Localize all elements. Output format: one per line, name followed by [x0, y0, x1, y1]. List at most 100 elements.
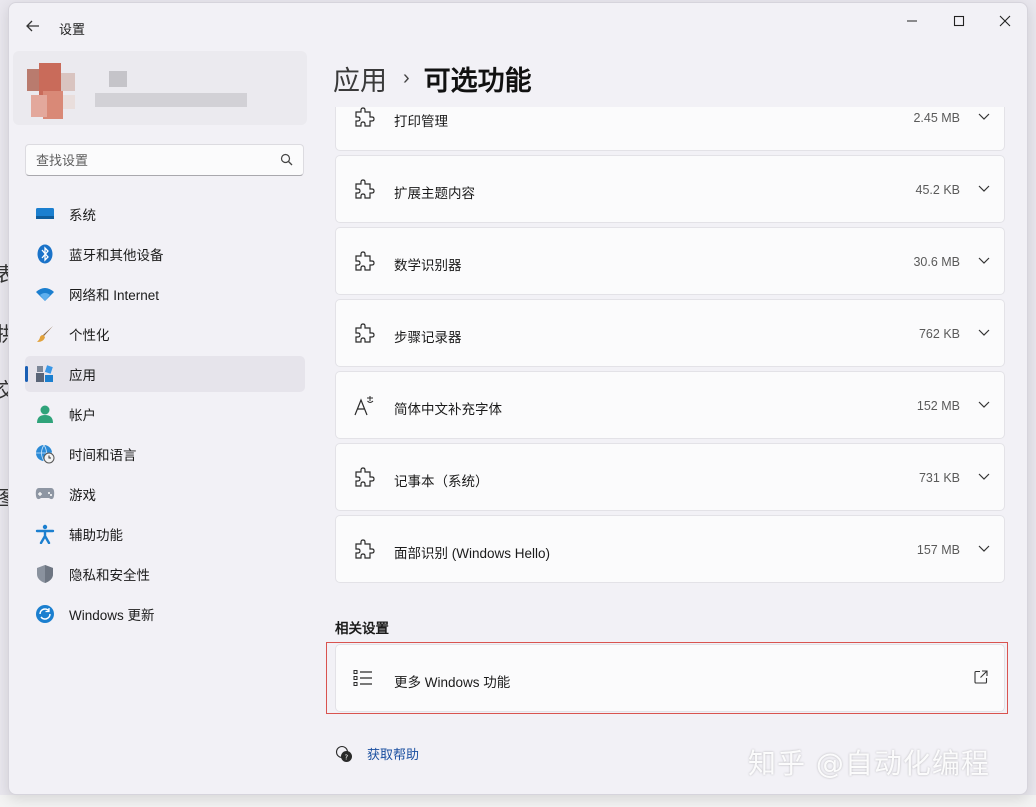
chevron-down-icon[interactable]	[978, 110, 990, 122]
feature-item[interactable]: 简体中文补充字体 152 MB	[335, 371, 1005, 439]
chevron-down-icon[interactable]	[978, 542, 990, 554]
feature-name: 步骤记录器	[394, 330, 462, 345]
sidebar-item-privacy[interactable]: 隐私和安全性	[25, 556, 305, 592]
breadcrumb: 应用 › 可选功能	[333, 59, 532, 98]
monitor-icon	[35, 204, 55, 224]
feature-size: 157 MB	[916, 543, 960, 557]
features-list: 打印管理 2.45 MB 扩展主题内容 45.2 KB 数学识别器 30.6 M…	[335, 107, 1005, 587]
maximize-button[interactable]	[936, 7, 982, 35]
feature-size: 762 KB	[918, 327, 960, 341]
search-input[interactable]	[36, 152, 276, 168]
feature-name: 打印管理	[394, 114, 448, 129]
feature-item[interactable]: 数学识别器 30.6 MB	[335, 227, 1005, 295]
feature-size: 731 KB	[918, 471, 960, 485]
puzzle-icon	[355, 107, 375, 127]
blurred-email	[95, 93, 247, 107]
feature-item[interactable]: 步骤记录器 762 KB	[335, 299, 1005, 367]
sidebar-item-label: 系统	[69, 208, 96, 223]
sidebar-item-gaming[interactable]: 游戏	[25, 476, 305, 512]
sidebar-item-label: 游戏	[69, 488, 96, 503]
search-box[interactable]	[25, 144, 304, 176]
chevron-down-icon[interactable]	[978, 326, 990, 338]
brush-icon	[35, 324, 55, 344]
breadcrumb-parent[interactable]: 应用	[333, 59, 387, 98]
person-icon	[35, 404, 55, 424]
feature-size: 30.6 MB	[913, 255, 960, 269]
globe-clock-icon	[35, 444, 55, 464]
avatar	[21, 59, 83, 121]
sidebar-item-personalization[interactable]: 个性化	[25, 316, 305, 352]
sidebar-nav: 系统 蓝牙和其他设备 网络和 Internet 个性化 应用 帐户 时间和语言 …	[25, 196, 305, 636]
back-button[interactable]	[21, 15, 45, 37]
help-chat-icon: ?	[335, 745, 352, 762]
close-icon	[999, 15, 1011, 27]
sidebar-item-label: 蓝牙和其他设备	[69, 248, 164, 263]
feature-size: 2.45 MB	[913, 111, 960, 125]
feature-name: 扩展主题内容	[394, 186, 475, 201]
list-icon	[353, 670, 372, 686]
sidebar-item-time-language[interactable]: 时间和语言	[25, 436, 305, 472]
puzzle-icon	[355, 467, 375, 487]
feature-name: 面部识别 (Windows Hello)	[394, 546, 551, 561]
shield-icon	[35, 564, 55, 584]
puzzle-icon	[355, 539, 375, 559]
feature-name: 数学识别器	[394, 258, 462, 273]
sidebar-item-accounts[interactable]: 帐户	[25, 396, 305, 432]
gamepad-icon	[35, 484, 55, 504]
svg-text:?: ?	[345, 753, 349, 761]
feature-name: 简体中文补充字体	[394, 402, 502, 417]
chevron-down-icon[interactable]	[978, 254, 990, 266]
settings-window: 设置 查找设置 系统 蓝牙和其他设备 网络和 Internet 个性化 应用 帐…	[8, 2, 1028, 795]
related-settings-heading: 相关设置	[335, 621, 389, 636]
feature-item[interactable]: 面部识别 (Windows Hello) 157 MB	[335, 515, 1005, 583]
breadcrumb-separator: ›	[403, 67, 410, 89]
get-help-link[interactable]: ? 获取帮助	[335, 744, 419, 763]
puzzle-icon	[355, 251, 375, 271]
puzzle-icon	[355, 179, 375, 199]
back-arrow-icon	[26, 20, 39, 32]
sidebar-item-label: 隐私和安全性	[69, 568, 150, 583]
feature-item[interactable]: 打印管理 2.45 MB	[335, 107, 1005, 151]
sidebar-item-label: 帐户	[69, 408, 96, 423]
puzzle-icon	[355, 323, 375, 343]
chevron-down-icon[interactable]	[978, 470, 990, 482]
user-profile-card[interactable]	[13, 51, 307, 125]
sidebar-item-apps[interactable]: 应用	[25, 356, 305, 392]
sidebar-item-label: 辅助功能	[69, 528, 123, 543]
feature-name: 记事本（系统）	[394, 474, 489, 489]
sidebar-item-label: 个性化	[69, 328, 110, 343]
sidebar-item-label: 网络和 Internet	[69, 288, 160, 303]
bluetooth-icon	[35, 244, 55, 264]
sidebar-item-system[interactable]: 系统	[25, 196, 305, 232]
sidebar-item-label: 时间和语言	[69, 448, 137, 463]
apps-icon	[35, 364, 55, 384]
sidebar-item-label: 应用	[69, 368, 96, 383]
chevron-down-icon[interactable]	[978, 182, 990, 194]
sidebar-item-accessibility[interactable]: 辅助功能	[25, 516, 305, 552]
external-link-icon	[974, 670, 988, 684]
close-button[interactable]	[982, 7, 1027, 35]
title-bar: 设置	[9, 3, 1027, 47]
chevron-down-icon[interactable]	[978, 398, 990, 410]
sidebar-item-bluetooth[interactable]: 蓝牙和其他设备	[25, 236, 305, 272]
blurred-username	[109, 71, 127, 87]
sidebar-item-network[interactable]: 网络和 Internet	[25, 276, 305, 312]
minimize-button[interactable]	[889, 7, 935, 35]
minimize-icon	[907, 20, 917, 22]
feature-size: 152 MB	[916, 399, 960, 413]
page-title: 可选功能	[423, 66, 532, 96]
feature-item[interactable]: 记事本（系统） 731 KB	[335, 443, 1005, 511]
watermark-text: 知乎 @自动化编程	[748, 747, 990, 780]
font-icon	[354, 396, 374, 416]
update-icon	[35, 604, 55, 624]
more-windows-features-label: 更多 Windows 功能	[394, 675, 511, 690]
wifi-icon	[35, 284, 55, 304]
search-icon[interactable]	[280, 153, 293, 166]
sidebar-item-windows-update[interactable]: Windows 更新	[25, 596, 305, 632]
more-windows-features-button[interactable]: 更多 Windows 功能	[335, 644, 1005, 712]
feature-size: 45.2 KB	[915, 183, 960, 197]
get-help-label: 获取帮助	[367, 747, 420, 762]
active-indicator	[25, 366, 28, 382]
sidebar-item-label: Windows 更新	[69, 608, 155, 623]
feature-item[interactable]: 扩展主题内容 45.2 KB	[335, 155, 1005, 223]
